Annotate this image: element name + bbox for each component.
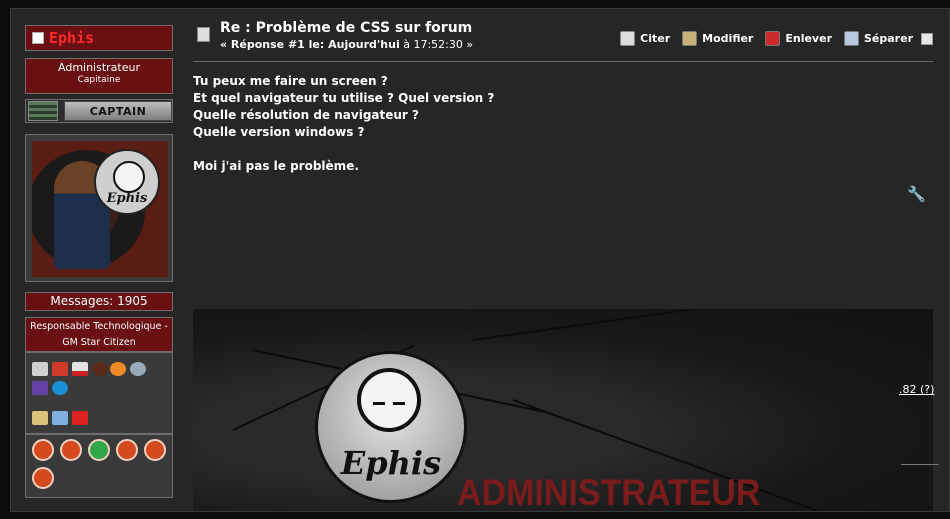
post-line: Quelle version windows ? [193,125,365,139]
modify-icon [682,31,698,46]
reply-number-link[interactable]: « Réponse #1 le: Aujourd'hui [220,38,400,51]
award-badge-icon [144,439,166,461]
rank-badge-box: CAPTAIN [25,99,173,123]
dota-icon[interactable] [92,362,108,376]
username-link[interactable]: Ephis [49,29,94,47]
avatar-box: Ephis [25,134,173,282]
banner-decoration [472,309,791,341]
avatar-logo: Ephis [94,149,160,215]
rank-box: Administrateur Capitaine [25,58,173,94]
twitch-icon[interactable] [32,381,48,395]
post-line [193,141,494,158]
globe-icon[interactable] [130,362,146,376]
select-post-checkbox[interactable] [921,32,933,45]
logo-eye [373,402,385,405]
forum-post: Ephis Administrateur Capitaine CAPTAIN E… [10,8,950,512]
post-title[interactable]: Re : Problème de CSS sur forum [220,20,472,36]
rank-badge: CAPTAIN [64,101,172,121]
signature-banner-text: ADMINISTRATEUR [457,472,761,511]
google-plus-icon[interactable] [52,362,68,376]
post-actions: Citer Modifier Enlever Séparer [608,31,933,46]
award-badge-icon [32,439,54,461]
quote-button[interactable]: Citer [620,31,670,46]
online-status-icon [32,32,44,44]
username-box: Ephis [25,25,173,51]
email-icon[interactable] [52,411,68,425]
signature-side-link[interactable]: .82 (?) [899,383,934,396]
signature-banner: Ephis ADMINISTRATEUR [193,309,933,511]
post-body: Tu peux me faire un screen ? Et quel nav… [193,73,494,175]
reply-info: « Réponse #1 le: Aujourd'hui à 17:52:30 … [220,38,473,51]
signature-side-divider [901,464,939,465]
award-badge-icon [88,439,110,461]
post-line: Moi j'ai pas le problème. [193,159,359,173]
post-icon [197,27,210,42]
headphones-face-icon [113,161,145,193]
role-line-2: GM Star Citizen [62,337,136,348]
post-line: Quelle résolution de navigateur ? [193,108,419,122]
messages-count: Messages: 1905 [25,292,173,311]
split-button[interactable]: Séparer [844,31,913,46]
post-line: Et quel navigateur tu utilise ? Quel ver… [193,91,495,105]
contact-icon[interactable] [32,411,48,425]
rank-subtitle: Capitaine [77,75,121,85]
quote-label: Citer [640,32,671,45]
uplay-icon[interactable] [52,381,68,395]
rank-title: Administrateur [58,61,140,74]
modify-label: Modifier [702,32,754,45]
role-line-1: Responsable Technologique - [30,321,168,332]
rank-stripes-icon [28,101,58,121]
social-icons [25,352,173,434]
logo-eye [393,402,405,405]
remove-icon [765,31,781,46]
avatar: Ephis [32,141,168,277]
award-badge-icon [60,439,82,461]
award-badges [25,434,173,498]
signature-logo: Ephis [315,351,467,503]
role-box: Responsable Technologique - GM Star Citi… [25,317,173,352]
split-icon [844,31,859,46]
wrench-icon[interactable]: 🔧 [907,185,926,203]
overwatch-icon[interactable] [110,362,126,376]
header-divider [193,61,933,62]
award-badge-icon [116,439,138,461]
quote-icon [620,31,636,46]
split-label: Séparer [864,32,913,45]
post-line: Tu peux me faire un screen ? [193,74,388,88]
headphones-face-icon [357,368,421,432]
award-badge-icon [32,467,54,489]
avatar-logo-text: Ephis [106,191,148,206]
signature-logo-text: Ephis [340,444,442,482]
pm-icon[interactable] [72,411,88,425]
remove-button[interactable]: Enlever [765,31,832,46]
remove-label: Enlever [785,32,832,45]
reply-time: à 17:52:30 » [403,38,474,51]
modify-button[interactable]: Modifier [682,31,753,46]
youtube-icon[interactable] [72,362,88,376]
steam-icon[interactable] [32,362,48,376]
